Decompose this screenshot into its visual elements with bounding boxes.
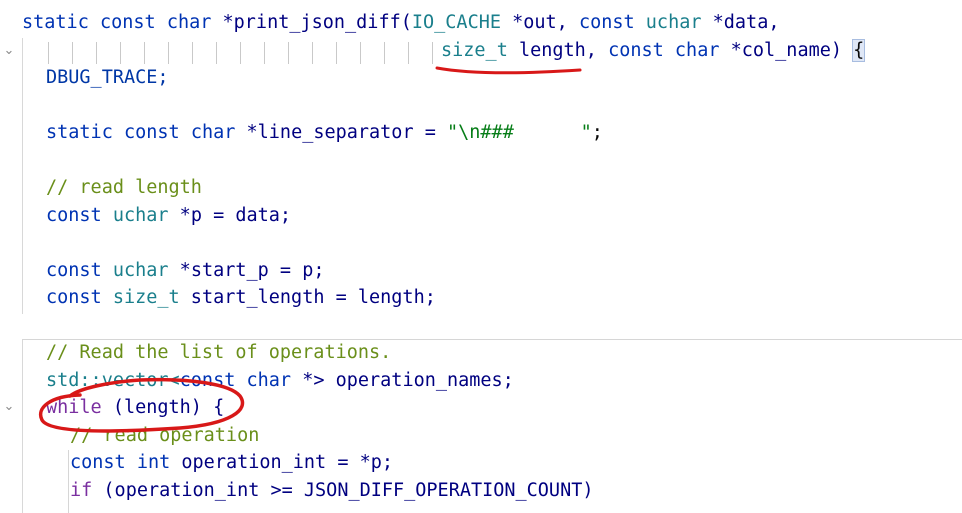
current-line-highlight <box>22 314 962 339</box>
keyword: char <box>190 122 236 143</box>
statement: (operation_int >= JSON_DIFF_OPERATION_CO… <box>92 480 594 501</box>
code-editor[interactable]: ⌄ ⌄ static const char *print_json_diff(I… <box>0 0 962 513</box>
keyword-if: if <box>70 480 93 501</box>
macro: DBUG_TRACE; <box>46 67 169 88</box>
indent-guide <box>312 42 313 64</box>
semicolon: ; <box>591 122 603 143</box>
indent-guide <box>216 42 217 64</box>
code-line[interactable]: // read operation <box>70 424 259 448</box>
keyword: const <box>99 12 156 33</box>
type-name: uchar <box>645 12 702 33</box>
statement: start_length = length; <box>179 287 436 308</box>
keyword: static <box>46 122 113 143</box>
statement: (length) { <box>101 397 225 418</box>
statement: *> operation_names; <box>291 370 514 391</box>
code-line[interactable]: DBUG_TRACE; <box>46 66 169 90</box>
fold-chevron-icon[interactable]: ⌄ <box>2 44 16 58</box>
block-indent-guide <box>68 450 69 513</box>
code-line[interactable]: std::vector<const char *> operation_name… <box>46 369 514 393</box>
type-name: IO_CACHE <box>411 12 501 33</box>
type-name: size_t <box>441 40 508 61</box>
code-line[interactable]: static const char *print_json_diff(IO_CA… <box>22 11 779 35</box>
indent-guide <box>384 42 385 64</box>
code-line[interactable]: // read length <box>46 176 202 200</box>
method-separator <box>22 339 962 340</box>
indent-guide <box>432 42 433 64</box>
keyword: const <box>578 12 635 33</box>
code-line[interactable]: // Read the list of operations. <box>46 341 391 365</box>
keyword-while: while <box>46 397 102 418</box>
indent-guide <box>408 42 409 64</box>
type-name: size_t <box>112 287 180 308</box>
indent-guide <box>288 42 289 64</box>
variable: *line_separator = <box>235 122 447 143</box>
keyword: static <box>22 12 89 33</box>
code-line[interactable]: const int operation_int = *p; <box>70 451 393 475</box>
indent-guide <box>336 42 337 64</box>
type-name: uchar <box>112 205 169 226</box>
type-name: uchar <box>112 260 169 281</box>
string-literal: "\n### " <box>447 122 592 143</box>
type-name: std::vector< <box>46 370 180 391</box>
code-line[interactable]: const uchar *p = data; <box>46 204 291 228</box>
comment: // read operation <box>70 425 260 446</box>
keyword: char <box>166 12 212 33</box>
code-line[interactable]: const size_t start_length = length; <box>46 286 436 310</box>
comment: // Read the list of operations. <box>46 342 392 363</box>
indent-guide <box>96 42 97 64</box>
fold-chevron-icon[interactable]: ⌄ <box>2 400 16 414</box>
param: *out, <box>500 12 579 33</box>
comment: // read length <box>46 177 202 198</box>
keyword: const <box>46 205 102 226</box>
keyword: const <box>46 260 102 281</box>
param: *data, <box>701 12 780 33</box>
keyword: char <box>674 40 720 61</box>
keyword: const <box>179 370 236 391</box>
keyword: const <box>46 287 102 308</box>
code-line[interactable]: const uchar *start_p = p; <box>46 259 324 283</box>
code-line[interactable]: if (operation_int >= JSON_DIFF_OPERATION… <box>70 479 594 503</box>
indent-guide <box>72 42 73 64</box>
indent-guide <box>360 42 361 64</box>
statement: *p = data; <box>168 205 292 226</box>
indent-guide <box>264 42 265 64</box>
keyword: const <box>123 122 180 143</box>
keyword: int <box>136 452 171 473</box>
keyword: const <box>70 452 126 473</box>
param: *col_name) <box>719 40 854 61</box>
indent-guide <box>168 42 169 64</box>
statement: *start_p = p; <box>168 260 325 281</box>
indent-guide <box>120 42 121 64</box>
indent-guide <box>240 42 241 64</box>
brace-match: { <box>852 39 866 62</box>
indent-guide <box>48 42 49 64</box>
indent-guide <box>144 42 145 64</box>
gutter-divider <box>22 38 23 513</box>
indent-guide <box>192 42 193 64</box>
function-name: *print_json_diff( <box>222 12 412 33</box>
code-line[interactable]: size_t length, const char *col_name) { <box>441 39 866 63</box>
code-line[interactable]: while (length) { <box>46 396 224 420</box>
keyword: char <box>235 370 292 391</box>
keyword: const <box>608 40 664 61</box>
statement: operation_int = *p; <box>170 452 394 473</box>
underline-annotation <box>435 66 582 75</box>
code-line[interactable]: static const char *line_separator = "\n#… <box>46 121 603 145</box>
param: length, <box>507 40 609 61</box>
